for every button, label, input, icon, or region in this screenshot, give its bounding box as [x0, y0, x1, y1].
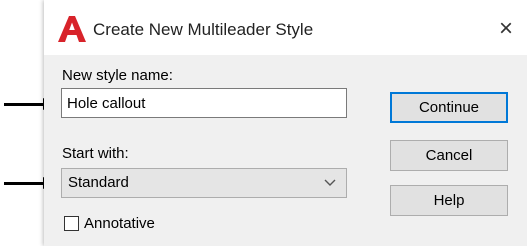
new-style-name-label: New style name: — [62, 67, 173, 84]
start-with-value: Standard — [68, 174, 129, 191]
close-button[interactable]: × — [490, 14, 522, 44]
continue-button[interactable]: Continue — [390, 92, 508, 123]
new-style-name-input[interactable] — [61, 88, 347, 118]
cancel-button[interactable]: Cancel — [390, 140, 508, 171]
annotative-checkbox[interactable] — [64, 216, 79, 231]
title-bar: Create New Multileader Style × — [44, 0, 527, 55]
help-button[interactable]: Help — [390, 185, 508, 216]
start-with-label: Start with: — [62, 145, 129, 162]
autocad-logo-icon — [58, 16, 86, 42]
start-with-dropdown[interactable]: Standard — [61, 168, 347, 198]
pointer-arrow-start — [4, 177, 55, 189]
create-multileader-style-dialog: Create New Multileader Style × New style… — [44, 0, 527, 246]
annotative-label: Annotative — [84, 215, 155, 232]
pointer-arrow-name — [4, 98, 55, 110]
chevron-down-icon — [324, 179, 336, 186]
dialog-title: Create New Multileader Style — [93, 20, 314, 39]
